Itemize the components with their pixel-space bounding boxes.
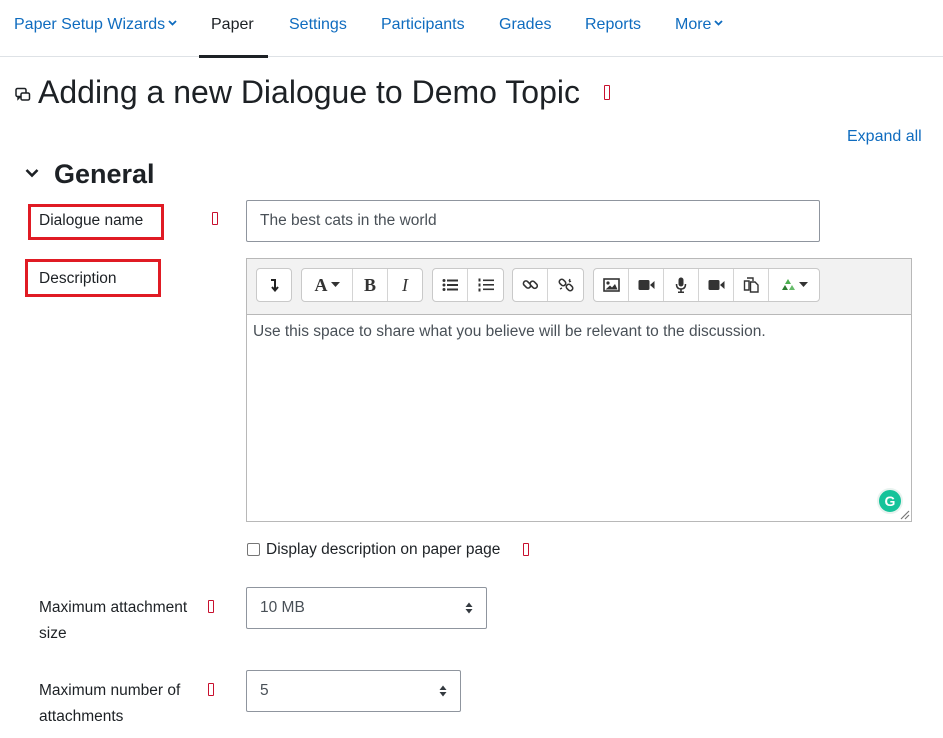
max-attachment-size-label: Maximum attachment size [39,599,188,642]
unordered-list-icon[interactable] [433,269,468,301]
editor-toolbar: A B I [247,259,911,314]
description-textarea[interactable]: Use this space to share what you believe… [247,314,911,521]
expand-all-link[interactable]: Expand all [847,128,922,146]
collapse-icon[interactable] [257,269,291,301]
image-icon[interactable] [594,269,629,301]
toolbar-group: A B I [301,268,423,302]
help-icon[interactable] [208,683,214,696]
nav-label: Paper [211,16,254,33]
chevron-down-icon[interactable] [25,168,39,178]
nav-reports[interactable]: Reports [585,0,641,57]
help-icon[interactable] [208,600,214,613]
description-editor: A B I Use this space to share what you b… [246,258,912,522]
font-color-icon[interactable]: A [302,269,353,301]
manage-files-icon[interactable] [734,269,769,301]
dialogue-name-label: Dialogue name [39,212,144,229]
record-video-icon[interactable] [699,269,734,301]
link-icon[interactable] [513,269,548,301]
video-icon[interactable] [629,269,664,301]
nav-paper[interactable]: Paper [199,0,268,58]
max-attachments-select[interactable]: 5 [246,670,461,712]
unlink-icon[interactable] [548,269,583,301]
nav-label: More [675,16,712,33]
display-description-label: Display description on paper page [266,541,501,558]
chevron-down-icon [168,20,177,27]
required-icon [212,212,218,225]
italic-icon[interactable]: I [388,269,422,301]
nav-label: Grades [499,16,552,33]
bold-icon[interactable]: B [353,269,388,301]
toolbar-group [512,268,584,302]
ordered-list-icon[interactable] [468,269,503,301]
nav-label: Paper Setup Wizards [14,16,166,33]
toolbar-group [256,268,292,302]
help-icon[interactable] [523,543,529,556]
max-attachment-size-select[interactable]: 10 MB [246,587,487,629]
nav-settings[interactable]: Settings [289,0,347,57]
sort-arrows-icon [439,685,447,697]
section-title-general: General [54,159,155,189]
nav-more[interactable]: More [675,0,724,57]
max-attachments-label: Maximum number of attachments [39,682,181,725]
microphone-icon[interactable] [664,269,699,301]
dialogue-activity-icon [15,87,31,101]
dialogue-name-input[interactable]: The best cats in the world [246,200,820,242]
nav-label: Participants [381,16,465,33]
description-label: Description [39,270,117,287]
nav-label: Settings [289,16,347,33]
sort-arrows-icon [465,602,473,614]
display-description-checkbox[interactable] [247,543,260,556]
nav-label: Reports [585,16,642,33]
toolbar-group [593,268,820,302]
nav-grades[interactable]: Grades [499,0,551,57]
help-icon[interactable] [604,85,610,100]
resize-handle-icon[interactable] [898,508,910,520]
page-title: Adding a new Dialogue to Demo Topic [38,74,580,110]
nav-paper-setup-wizards[interactable]: Paper Setup Wizards [14,0,177,57]
secondary-navigation: Paper Setup Wizards Paper Settings Parti… [0,0,943,58]
toolbar-group [432,268,504,302]
chevron-down-icon [714,20,724,27]
recycle-icon[interactable] [769,269,819,301]
nav-participants[interactable]: Participants [381,0,465,57]
